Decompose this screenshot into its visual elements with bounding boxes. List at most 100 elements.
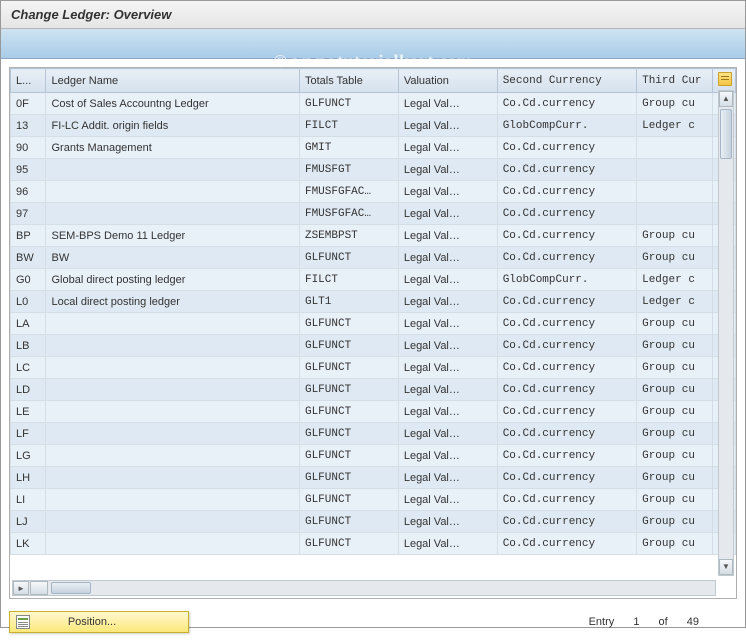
cell-name[interactable] — [46, 489, 299, 511]
cell-totals[interactable]: FMUSFGFAC… — [299, 181, 398, 203]
cell-third-currency[interactable]: Group cu — [637, 511, 713, 533]
table-row[interactable]: 0FCost of Sales Accountng LedgerGLFUNCTL… — [11, 93, 736, 115]
cell-valuation[interactable]: Legal Val… — [398, 203, 497, 225]
cell-code[interactable]: 0F — [11, 93, 46, 115]
table-row[interactable]: BWBWGLFUNCTLegal Val…Co.Cd.currencyGroup… — [11, 247, 736, 269]
cell-valuation[interactable]: Legal Val… — [398, 137, 497, 159]
cell-second-currency[interactable]: Co.Cd.currency — [497, 291, 636, 313]
position-button[interactable]: Position... — [9, 611, 189, 633]
cell-code[interactable]: G0 — [11, 269, 46, 291]
cell-name[interactable]: BW — [46, 247, 299, 269]
table-row[interactable]: 13FI-LC Addit. origin fieldsFILCTLegal V… — [11, 115, 736, 137]
cell-third-currency[interactable] — [637, 181, 713, 203]
cell-code[interactable]: 90 — [11, 137, 46, 159]
cell-valuation[interactable]: Legal Val… — [398, 401, 497, 423]
cell-valuation[interactable]: Legal Val… — [398, 357, 497, 379]
column-header-third-currency[interactable]: Third Cur — [637, 69, 713, 93]
cell-code[interactable]: LE — [11, 401, 46, 423]
table-row[interactable]: BPSEM-BPS Demo 11 LedgerZSEMBPSTLegal Va… — [11, 225, 736, 247]
cell-third-currency[interactable]: Group cu — [637, 247, 713, 269]
cell-third-currency[interactable]: Group cu — [637, 445, 713, 467]
table-row[interactable]: LDGLFUNCTLegal Val…Co.Cd.currencyGroup c… — [11, 379, 736, 401]
cell-valuation[interactable]: Legal Val… — [398, 159, 497, 181]
cell-name[interactable] — [46, 379, 299, 401]
cell-third-currency[interactable]: Group cu — [637, 489, 713, 511]
cell-third-currency[interactable] — [637, 137, 713, 159]
scroll-end-button[interactable]: ► — [13, 581, 29, 595]
cell-totals[interactable]: GLFUNCT — [299, 511, 398, 533]
cell-code[interactable]: LD — [11, 379, 46, 401]
table-row[interactable]: 95FMUSFGTLegal Val…Co.Cd.currency — [11, 159, 736, 181]
cell-second-currency[interactable]: Co.Cd.currency — [497, 181, 636, 203]
table-row[interactable]: 97FMUSFGFAC…Legal Val…Co.Cd.currency — [11, 203, 736, 225]
cell-second-currency[interactable]: Co.Cd.currency — [497, 533, 636, 555]
cell-valuation[interactable]: Legal Val… — [398, 181, 497, 203]
column-header-totals[interactable]: Totals Table — [299, 69, 398, 93]
cell-third-currency[interactable] — [637, 159, 713, 181]
cell-code[interactable]: 95 — [11, 159, 46, 181]
cell-totals[interactable]: FILCT — [299, 115, 398, 137]
cell-valuation[interactable]: Legal Val… — [398, 291, 497, 313]
cell-third-currency[interactable]: Group cu — [637, 379, 713, 401]
cell-valuation[interactable]: Legal Val… — [398, 445, 497, 467]
cell-valuation[interactable]: Legal Val… — [398, 269, 497, 291]
column-header-name[interactable]: Ledger Name — [46, 69, 299, 93]
table-row[interactable]: LHGLFUNCTLegal Val…Co.Cd.currencyGroup c… — [11, 467, 736, 489]
cell-third-currency[interactable] — [637, 203, 713, 225]
column-header-second-currency[interactable]: Second Currency — [497, 69, 636, 93]
horizontal-scrollbar[interactable]: ◄ ► ► — [12, 580, 716, 596]
cell-third-currency[interactable]: Group cu — [637, 401, 713, 423]
cell-code[interactable]: LI — [11, 489, 46, 511]
cell-second-currency[interactable]: Co.Cd.currency — [497, 467, 636, 489]
cell-second-currency[interactable]: Co.Cd.currency — [497, 137, 636, 159]
cell-valuation[interactable]: Legal Val… — [398, 313, 497, 335]
cell-valuation[interactable]: Legal Val… — [398, 511, 497, 533]
cell-totals[interactable]: GLFUNCT — [299, 93, 398, 115]
cell-code[interactable]: LA — [11, 313, 46, 335]
cell-totals[interactable]: GLFUNCT — [299, 423, 398, 445]
cell-code[interactable]: BW — [11, 247, 46, 269]
cell-name[interactable] — [46, 511, 299, 533]
cell-code[interactable]: 13 — [11, 115, 46, 137]
cell-code[interactable]: LB — [11, 335, 46, 357]
ledger-table[interactable]: L... Ledger Name Totals Table Valuation … — [10, 68, 736, 555]
scroll-down-button[interactable]: ▼ — [719, 559, 733, 575]
cell-totals[interactable]: FMUSFGFAC… — [299, 203, 398, 225]
cell-name[interactable] — [46, 357, 299, 379]
table-row[interactable]: LCGLFUNCTLegal Val…Co.Cd.currencyGroup c… — [11, 357, 736, 379]
cell-second-currency[interactable]: Co.Cd.currency — [497, 379, 636, 401]
cell-third-currency[interactable]: Ledger c — [637, 291, 713, 313]
table-row[interactable]: LFGLFUNCTLegal Val…Co.Cd.currencyGroup c… — [11, 423, 736, 445]
cell-valuation[interactable]: Legal Val… — [398, 335, 497, 357]
cell-totals[interactable]: GLFUNCT — [299, 489, 398, 511]
cell-name[interactable] — [46, 533, 299, 555]
cell-totals[interactable]: GLFUNCT — [299, 335, 398, 357]
cell-totals[interactable]: GLFUNCT — [299, 533, 398, 555]
cell-name[interactable]: Cost of Sales Accountng Ledger — [46, 93, 299, 115]
cell-valuation[interactable]: Legal Val… — [398, 379, 497, 401]
table-row[interactable]: 96FMUSFGFAC…Legal Val…Co.Cd.currency — [11, 181, 736, 203]
table-row[interactable]: LKGLFUNCTLegal Val…Co.Cd.currencyGroup c… — [11, 533, 736, 555]
cell-second-currency[interactable]: Co.Cd.currency — [497, 401, 636, 423]
table-row[interactable]: 90Grants ManagementGMITLegal Val…Co.Cd.c… — [11, 137, 736, 159]
cell-second-currency[interactable]: Co.Cd.currency — [497, 247, 636, 269]
cell-second-currency[interactable]: Co.Cd.currency — [497, 93, 636, 115]
cell-totals[interactable]: FMUSFGT — [299, 159, 398, 181]
cell-totals[interactable]: GLT1 — [299, 291, 398, 313]
cell-third-currency[interactable]: Group cu — [637, 423, 713, 445]
cell-valuation[interactable]: Legal Val… — [398, 467, 497, 489]
cell-second-currency[interactable]: Co.Cd.currency — [497, 313, 636, 335]
cell-third-currency[interactable]: Group cu — [637, 357, 713, 379]
cell-name[interactable] — [46, 159, 299, 181]
cell-name[interactable]: Local direct posting ledger — [46, 291, 299, 313]
cell-third-currency[interactable]: Group cu — [637, 313, 713, 335]
table-row[interactable]: G0Global direct posting ledgerFILCTLegal… — [11, 269, 736, 291]
cell-second-currency[interactable]: Co.Cd.currency — [497, 357, 636, 379]
vertical-scrollbar[interactable]: ▲ ▼ — [718, 90, 734, 576]
cell-valuation[interactable]: Legal Val… — [398, 93, 497, 115]
table-config-button[interactable] — [713, 69, 736, 93]
cell-third-currency[interactable]: Ledger c — [637, 115, 713, 137]
cell-third-currency[interactable]: Group cu — [637, 533, 713, 555]
cell-name[interactable] — [46, 181, 299, 203]
cell-name[interactable] — [46, 335, 299, 357]
